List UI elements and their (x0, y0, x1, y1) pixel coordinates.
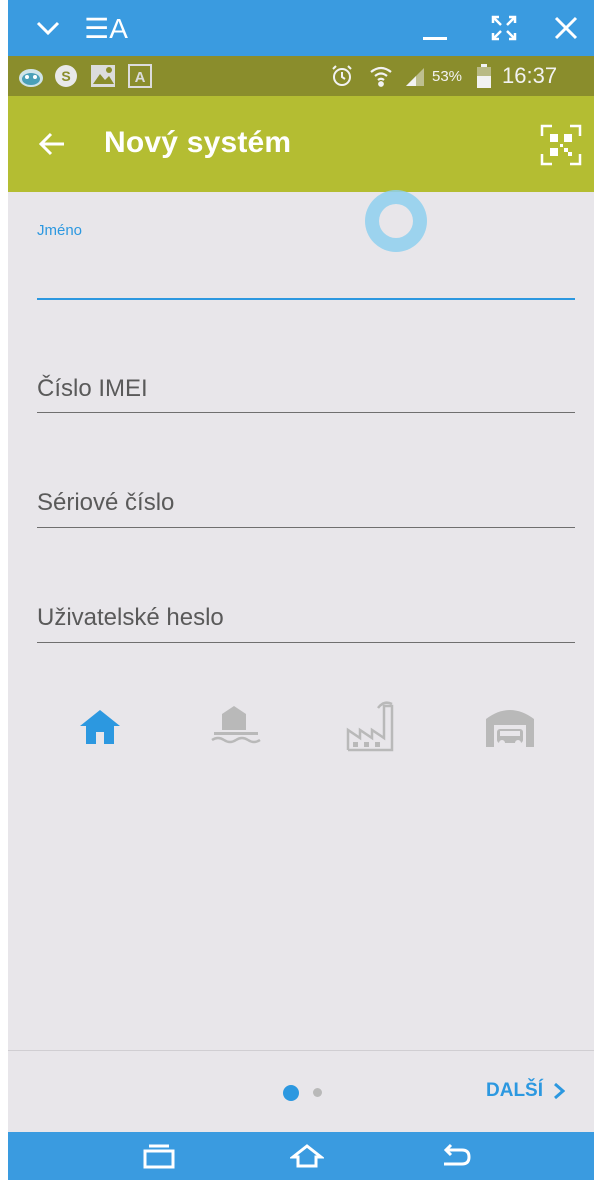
factory-icon[interactable] (344, 700, 404, 752)
arrow-left-icon[interactable] (32, 126, 72, 162)
signal-icon (404, 56, 428, 96)
pager-dot (313, 1088, 322, 1097)
next-button-label: DALŠÍ (486, 1080, 543, 1101)
footer-divider (8, 1050, 594, 1051)
cottage-water-icon[interactable] (206, 700, 266, 752)
svg-text:A: A (135, 69, 146, 86)
name-field-label: Jméno (37, 222, 83, 239)
battery-percent: 53% (432, 67, 463, 85)
touch-ripple (365, 190, 427, 252)
chevron-down-icon[interactable] (26, 0, 70, 56)
clock: 16:37 (502, 63, 558, 88)
window-bar: ☰A (8, 0, 594, 56)
app-bar: Nový systém (8, 96, 594, 192)
imei-field-underline (37, 412, 575, 413)
svg-text:S: S (61, 68, 70, 84)
minimize-icon[interactable] (413, 0, 457, 56)
fullscreen-icon[interactable] (482, 0, 526, 56)
close-icon[interactable] (544, 0, 588, 56)
name-field-underline (37, 298, 575, 300)
window-title: ☰A (84, 12, 128, 44)
home-icon[interactable] (282, 1132, 332, 1180)
alien-icon (18, 56, 44, 96)
image-icon (90, 56, 116, 96)
app-frame: ☰A S A 53% 16:37 Nový systém Jméno Číslo… (8, 0, 594, 1180)
pager-dot-active (283, 1085, 299, 1101)
alarm-icon (330, 56, 354, 96)
imei-field-hint[interactable]: Číslo IMEI (37, 375, 148, 403)
wifi-icon (368, 56, 394, 96)
nav-bar (8, 1132, 594, 1180)
chevron-right-icon (554, 1082, 565, 1100)
next-button[interactable]: DALŠÍ (486, 1080, 565, 1102)
back-nav-icon[interactable] (430, 1132, 480, 1180)
recent-apps-icon[interactable] (134, 1132, 184, 1180)
house-icon[interactable] (70, 700, 130, 752)
qr-scan-icon[interactable] (538, 122, 584, 168)
password-field-underline (37, 642, 575, 643)
status-bar: S A 53% 16:37 (8, 56, 594, 96)
a-icon: A (128, 56, 152, 96)
sync-icon: S (54, 56, 78, 96)
password-field-hint[interactable]: Uživatelské heslo (37, 604, 224, 632)
serial-field-underline (37, 527, 575, 528)
page-title: Nový systém (104, 126, 292, 159)
battery-icon (476, 56, 492, 96)
serial-field-hint[interactable]: Sériové číslo (37, 489, 174, 517)
name-field[interactable] (37, 252, 575, 292)
garage-icon[interactable] (480, 700, 540, 752)
